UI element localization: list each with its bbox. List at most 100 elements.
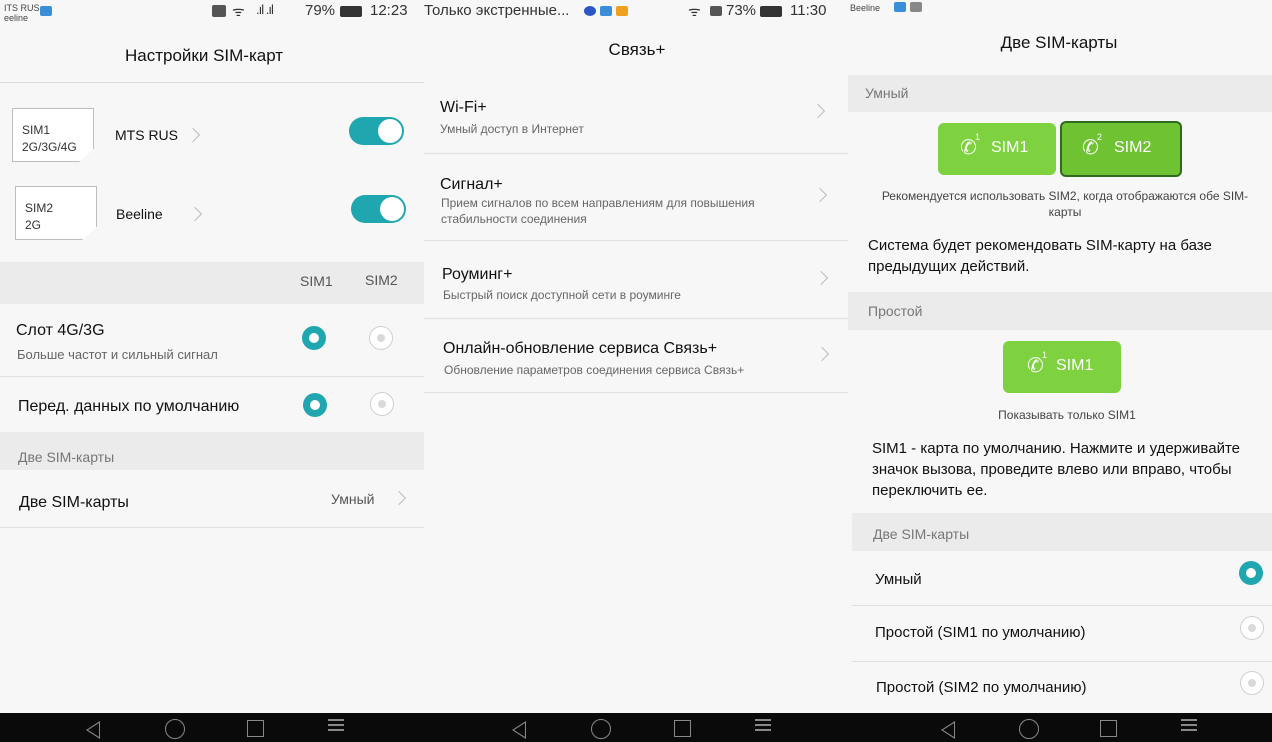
signal-icon [710, 6, 722, 16]
smart-note: Рекомендуется использовать SIM2, когда о… [881, 189, 1249, 219]
home-icon[interactable] [165, 719, 185, 739]
chevron-right-icon [814, 346, 830, 362]
sim2-card-label: SIM2 [25, 201, 54, 215]
sim1-card-label: SIM1 [22, 123, 51, 137]
sim2-card-types: 2G [25, 218, 42, 232]
battery-icon [340, 6, 362, 17]
item-title: Онлайн-обновление сервиса Связь+ [443, 340, 718, 357]
option-label: Умный [875, 571, 922, 588]
smart-head-label: Умный [865, 85, 909, 101]
sim1-call-button[interactable]: ✆ 1 SIM1 [938, 123, 1056, 175]
recent-apps-icon[interactable] [1100, 720, 1117, 737]
clock: 12:23 [370, 2, 408, 19]
battery-icon [760, 6, 782, 17]
title-bar: Связь+ [424, 22, 848, 82]
slot-title: Слот 4G/3G [16, 322, 105, 339]
signal-icon: .ıl .ıl [256, 2, 274, 17]
item-subtitle: Обновление параметров соединения сервиса… [444, 363, 745, 377]
section-header-smart: Умный [848, 75, 1272, 112]
col-sim2: SIM2 [365, 272, 398, 288]
simple-sim1-label: SIM1 [1056, 357, 1094, 374]
recent-apps-icon[interactable] [674, 720, 691, 737]
sim1-operator: MTS RUS [115, 127, 178, 143]
section-header-dual-sim: Две SIM-карты [0, 432, 424, 470]
sim1-button-label: SIM1 [991, 139, 1029, 156]
back-icon[interactable] [941, 721, 955, 739]
notification-icon [616, 6, 628, 16]
slot-subtitle: Больше частот и сильный сигнал [17, 347, 218, 362]
section-header-dual-sim: Две SIM-карты [852, 513, 1272, 551]
slot-sim2-radio[interactable] [369, 326, 393, 350]
navigation-bar [424, 713, 848, 742]
option-smart-radio[interactable] [1239, 561, 1263, 585]
chevron-right-icon [187, 206, 203, 222]
sim2-number: 2 [1097, 132, 1103, 142]
status-bar: Только экстренные... ᯤ 73% 11:30 [424, 0, 848, 22]
item-title: Роуминг+ [442, 266, 513, 283]
divider [424, 153, 848, 154]
sim1-card-types: 2G/3G/4G [22, 140, 77, 154]
sim1-card-icon: SIM1 2G/3G/4G [12, 108, 94, 162]
divider [424, 318, 848, 319]
sim2-button-label: SIM2 [1114, 139, 1152, 156]
carrier-label: Beeline [850, 3, 881, 13]
notification-icon [910, 2, 922, 12]
divider [852, 661, 1272, 662]
option-label: Простой (SIM1 по умолчанию) [875, 624, 1086, 641]
data-sim1-radio[interactable] [303, 393, 327, 417]
data-sim2-radio[interactable] [370, 392, 394, 416]
simple-description: SIM1 - карта по умолчанию. Нажмите и уде… [872, 440, 1240, 499]
section-dual-label: Две SIM-карты [18, 449, 115, 465]
sim2-toggle[interactable] [351, 195, 406, 223]
back-icon[interactable] [86, 721, 100, 739]
notification-icon [600, 6, 612, 16]
sim2-call-button[interactable]: ✆ 2 SIM2 [1060, 121, 1182, 177]
sim2-card-icon: SIM2 2G [15, 186, 97, 240]
nfc-icon [212, 5, 226, 17]
item-title: Сигнал+ [440, 176, 503, 193]
simple-note: Показывать только SIM1 [998, 408, 1136, 422]
page-title: Настройки SIM-карт [125, 46, 284, 65]
carrier-label-1: ITS RUS [4, 3, 40, 13]
notification-icon [584, 6, 596, 16]
simple-sim1-button[interactable]: ✆ 1 SIM1 [1003, 341, 1121, 393]
navigation-bar [0, 713, 424, 742]
title-bar: Настройки SIM-карт [0, 22, 424, 83]
smart-description: Система будет рекомендовать SIM-карту на… [868, 237, 1212, 275]
home-icon[interactable] [1019, 719, 1039, 739]
divider [0, 376, 424, 377]
simple-head-label: Простой [868, 303, 923, 319]
divider [0, 527, 424, 528]
item-title: Wi-Fi+ [440, 99, 487, 116]
back-icon[interactable] [512, 721, 526, 739]
chevron-right-icon [391, 490, 407, 506]
chevron-right-icon [813, 270, 829, 286]
battery-percent: 79% [305, 2, 336, 19]
divider [424, 240, 848, 241]
menu-icon[interactable] [755, 719, 771, 733]
chevron-right-icon [810, 103, 826, 119]
chevron-right-icon [185, 127, 201, 143]
chevron-right-icon [812, 187, 828, 203]
menu-icon[interactable] [1181, 719, 1197, 733]
status-bar: Beeline [848, 0, 1272, 22]
option-simple-sim2-radio[interactable] [1240, 671, 1264, 695]
connection-plus-screen: Только экстренные... ᯤ 73% 11:30 Связь+ … [424, 0, 848, 742]
clock: 11:30 [790, 2, 827, 19]
wifi-icon: ᯤ [688, 3, 701, 19]
slot-sim1-radio[interactable] [302, 326, 326, 350]
recent-apps-icon[interactable] [247, 720, 264, 737]
sim1-toggle[interactable] [349, 117, 404, 145]
home-icon[interactable] [591, 719, 611, 739]
option-simple-sim1-radio[interactable] [1240, 616, 1264, 640]
divider [852, 605, 1272, 606]
navigation-bar [848, 713, 1272, 742]
wifi-icon: ᯤ [232, 3, 245, 19]
page-title: Две SIM-карты [1000, 33, 1118, 52]
item-subtitle: Умный доступ в Интернет [440, 122, 584, 136]
sim-settings-screen: ITS RUS eeline ᯤ .ıl .ıl 79% 12:23 Настр… [0, 0, 424, 742]
title-bar: Две SIM-карты [848, 22, 1272, 82]
col-sim1: SIM1 [300, 273, 333, 289]
menu-icon[interactable] [328, 719, 344, 733]
dual-sim-screen: Beeline Две SIM-карты Умный ✆ 1 SIM1 ✆ 2… [848, 0, 1272, 742]
